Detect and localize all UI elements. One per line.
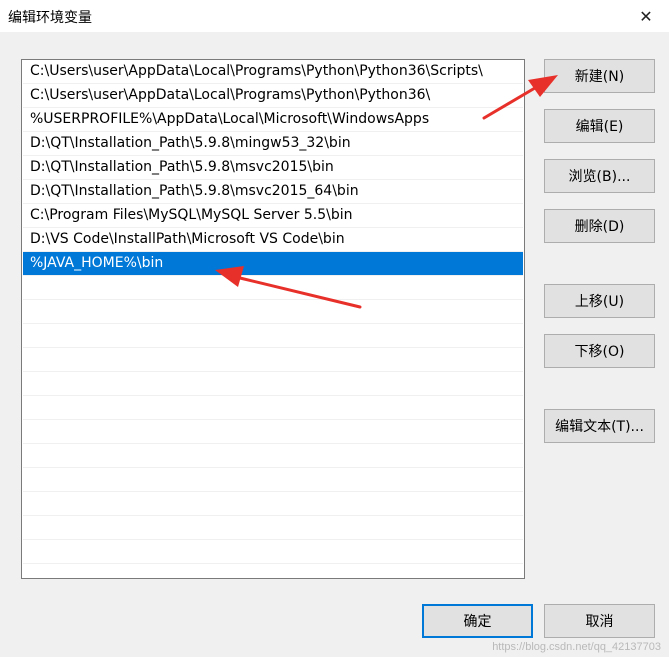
list-item[interactable]: D:\QT\Installation_Path\5.9.8\msvc2015\b… [23,156,523,180]
edit-text-button[interactable]: 编辑文本(T)... [544,409,655,443]
list-item-text: C:\Users\user\AppData\Local\Programs\Pyt… [30,63,483,79]
watermark: https://blog.csdn.net/qq_42137703 [492,641,661,653]
move-down-button[interactable]: 下移(O) [544,334,655,368]
list-item[interactable]: D:\QT\Installation_Path\5.9.8\msvc2015_6… [23,180,523,204]
empty-row[interactable] [23,468,523,492]
empty-row[interactable] [23,516,523,540]
list-item-text: D:\QT\Installation_Path\5.9.8\msvc2015_6… [30,183,359,199]
ok-button[interactable]: 确定 [422,604,533,638]
edit-button[interactable]: 编辑(E) [544,109,655,143]
title-bar: 编辑环境变量 ✕ [0,0,669,32]
list-item-text: C:\Program Files\MySQL\MySQL Server 5.5\… [30,207,353,223]
list-item-text: D:\QT\Installation_Path\5.9.8\mingw53_32… [30,135,351,151]
list-item[interactable]: %USERPROFILE%\AppData\Local\Microsoft\Wi… [23,108,523,132]
delete-button[interactable]: 删除(D) [544,209,655,243]
empty-row[interactable] [23,324,523,348]
close-icon[interactable]: ✕ [623,0,669,32]
list-item[interactable]: D:\VS Code\InstallPath\Microsoft VS Code… [23,228,523,252]
list-item-text: D:\QT\Installation_Path\5.9.8\msvc2015\b… [30,159,334,175]
empty-row[interactable] [23,276,523,300]
list-item[interactable]: C:\Users\user\AppData\Local\Programs\Pyt… [23,84,523,108]
empty-row[interactable] [23,372,523,396]
list-item[interactable]: C:\Users\user\AppData\Local\Programs\Pyt… [23,60,523,84]
list-item-text: D:\VS Code\InstallPath\Microsoft VS Code… [30,231,345,247]
window-title: 编辑环境变量 [8,10,92,26]
empty-row[interactable] [23,348,523,372]
path-list[interactable]: C:\Users\user\AppData\Local\Programs\Pyt… [21,59,525,579]
empty-row[interactable] [23,564,523,578]
empty-row[interactable] [23,420,523,444]
list-item-text: %USERPROFILE%\AppData\Local\Microsoft\Wi… [30,111,430,127]
empty-row[interactable] [23,540,523,564]
list-item-text: %JAVA_HOME%\bin [30,255,164,271]
cancel-button[interactable]: 取消 [544,604,655,638]
list-item-selected[interactable]: %JAVA_HOME%\bin [23,252,523,276]
move-up-button[interactable]: 上移(U) [544,284,655,318]
list-item[interactable]: D:\QT\Installation_Path\5.9.8\mingw53_32… [23,132,523,156]
list-item[interactable]: C:\Program Files\MySQL\MySQL Server 5.5\… [23,204,523,228]
browse-button[interactable]: 浏览(B)... [544,159,655,193]
list-item-text: C:\Users\user\AppData\Local\Programs\Pyt… [30,87,431,103]
empty-row[interactable] [23,396,523,420]
empty-row[interactable] [23,492,523,516]
empty-row[interactable] [23,300,523,324]
new-button[interactable]: 新建(N) [544,59,655,93]
empty-row[interactable] [23,444,523,468]
